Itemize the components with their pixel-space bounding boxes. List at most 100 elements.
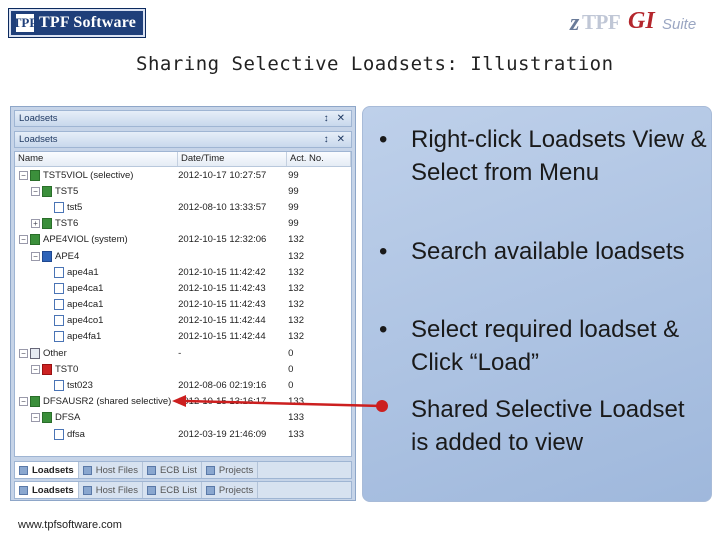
collapse-icon[interactable]: −	[31, 186, 40, 196]
tab-projects[interactable]: Projects	[202, 462, 259, 478]
row-date: 2012-10-15 13:16:17	[178, 396, 267, 408]
table-row[interactable]: − DFSAUSR2 (shared selective) 2012-10-15 1…	[15, 394, 351, 410]
table-row[interactable]: − TST5VIOL (selective) 2012-10-17 10:27:57…	[15, 167, 351, 183]
loadset-icon	[42, 412, 52, 424]
collapse-icon[interactable]: −	[19, 397, 28, 407]
collapse-icon[interactable]: −	[19, 235, 28, 245]
tab-icon	[82, 485, 92, 495]
tab-ecb-list[interactable]: ECB List	[143, 462, 202, 478]
row-name: TST5	[55, 185, 79, 197]
table-row[interactable]: + TST6 99	[15, 216, 351, 232]
file-icon	[54, 315, 64, 327]
tab-ecb-list[interactable]: ECB List	[143, 482, 202, 498]
bullet-marker: •	[379, 316, 388, 343]
footer-url[interactable]: www.tpfsoftware.com	[18, 519, 122, 531]
column-header-name[interactable]: Name	[15, 152, 178, 166]
collapse-icon[interactable]: −	[31, 413, 40, 423]
tab-label: Host Files	[95, 464, 138, 476]
table-row[interactable]: − APE4 132	[15, 248, 351, 264]
logo-gi: GI	[628, 8, 655, 34]
bottom-tabs-1: Loadsets Host Files ECB List Projects	[14, 461, 352, 479]
table-row[interactable]: ape4fa1 2012-10-15 11:42:44 132	[15, 329, 351, 345]
table-row[interactable]: ape4ca1 2012-10-15 11:42:43 132	[15, 280, 351, 296]
tab-host-files[interactable]: Host Files	[79, 482, 143, 498]
row-name: tst023	[67, 380, 93, 392]
row-act-no: 133	[288, 396, 304, 408]
row-act-no: 132	[288, 299, 304, 311]
logo-tpf: TPF	[582, 10, 621, 34]
loadset-icon	[42, 185, 52, 197]
row-act-no: 99	[288, 218, 299, 230]
file-icon	[54, 266, 64, 278]
tab-label: Loadsets	[32, 484, 74, 496]
table-row[interactable]: − APE4VIOL (system) 2012-10-15 12:32:06 132	[15, 232, 351, 248]
ztpfgi-suite-logo: z TPF GI Suite	[570, 6, 710, 38]
row-act-no: 132	[288, 250, 304, 262]
row-act-no: 132	[288, 331, 304, 343]
table-row[interactable]: ape4a1 2012-10-15 11:42:42 132	[15, 264, 351, 280]
bullets-panel: • Right-click Loadsets View & Select fro…	[362, 106, 712, 502]
collapse-icon[interactable]: −	[19, 170, 28, 180]
row-name: tst5	[67, 201, 83, 213]
row-name-cell: + TST6	[15, 218, 175, 230]
tpf-software-logo: TPF TPF Software	[8, 8, 146, 38]
row-name-cell: ape4a1	[15, 266, 175, 278]
row-date: 2012-10-15 11:42:43	[178, 282, 266, 294]
bottom-tabs-2: Loadsets Host Files ECB List Projects	[14, 481, 352, 499]
table-row[interactable]: dfsa 2012-03-19 21:46:09 133	[15, 426, 351, 442]
row-date: 2012-10-15 11:42:43	[178, 299, 266, 311]
row-name: TST6	[55, 218, 79, 230]
tab-label: Loadsets	[32, 464, 74, 476]
file-icon	[54, 282, 64, 294]
file-icon	[54, 380, 64, 392]
tab-host-files[interactable]: Host Files	[79, 462, 143, 478]
table-row[interactable]: tst023 2012-08-06 02:19:16 0	[15, 377, 351, 393]
close-icon[interactable]: ✕	[337, 134, 345, 145]
table-row[interactable]: ape4ca1 2012-10-15 11:42:43 132	[15, 297, 351, 313]
row-act-no: 0	[288, 380, 294, 392]
row-date: 2012-10-15 11:42:44	[178, 331, 266, 343]
tab-label: ECB List	[159, 464, 197, 476]
collapse-icon[interactable]: −	[19, 348, 28, 358]
bullet-text: Right-click Loadsets View & Select from …	[411, 126, 707, 186]
tab-icon	[19, 485, 28, 495]
row-act-no: 0	[288, 347, 294, 359]
tab-loadsets[interactable]: Loadsets	[15, 462, 79, 478]
tab-loadsets[interactable]: Loadsets	[15, 482, 79, 498]
close-icon[interactable]: ✕	[337, 113, 345, 124]
tab-label: Host Files	[95, 484, 138, 496]
row-act-no: 99	[288, 185, 299, 197]
table-row[interactable]: − TST5 99	[15, 183, 351, 199]
pin-icon[interactable]: ↕	[324, 113, 329, 124]
file-icon	[54, 299, 64, 311]
row-act-no: 132	[288, 282, 304, 294]
table-row[interactable]: − Other - 0	[15, 345, 351, 361]
table-row[interactable]: ape4co1 2012-10-15 11:42:44 132	[15, 313, 351, 329]
row-name: ape4fa1	[67, 331, 102, 343]
collapse-icon[interactable]: −	[31, 364, 40, 374]
row-act-no: 0	[288, 363, 294, 375]
row-act-no: 132	[288, 315, 304, 327]
column-header-date[interactable]: Date/Time	[178, 152, 287, 166]
row-date: 2012-08-06 02:19:16	[178, 380, 267, 392]
table-row[interactable]: tst5 2012-08-10 13:33:57 99	[15, 199, 351, 215]
pin-icon[interactable]: ↕	[324, 134, 329, 145]
row-name: Other	[43, 347, 67, 359]
table-row[interactable]: − DFSA 133	[15, 410, 351, 426]
loadset-icon	[30, 234, 40, 246]
inner-pane-title: Loadsets	[19, 134, 58, 145]
row-act-no: 99	[288, 201, 299, 213]
tab-label: Projects	[218, 484, 254, 496]
row-name: APE4	[55, 250, 80, 262]
table-row[interactable]: − TST0 0	[15, 361, 351, 377]
row-name: ape4a1	[67, 266, 99, 278]
row-act-no: 132	[288, 266, 304, 278]
collapse-icon[interactable]: −	[31, 251, 40, 261]
column-header-act[interactable]: Act. No.	[287, 152, 351, 166]
row-name-cell: tst023	[15, 380, 175, 392]
tab-projects[interactable]: Projects	[202, 482, 259, 498]
row-date: 2012-10-15 12:32:06	[178, 234, 267, 246]
bullet-text: Select required loadset & Click “Load”	[411, 316, 680, 376]
inner-pane-header: Loadsets ↕ ✕	[14, 131, 352, 148]
expand-icon[interactable]: +	[31, 219, 40, 229]
